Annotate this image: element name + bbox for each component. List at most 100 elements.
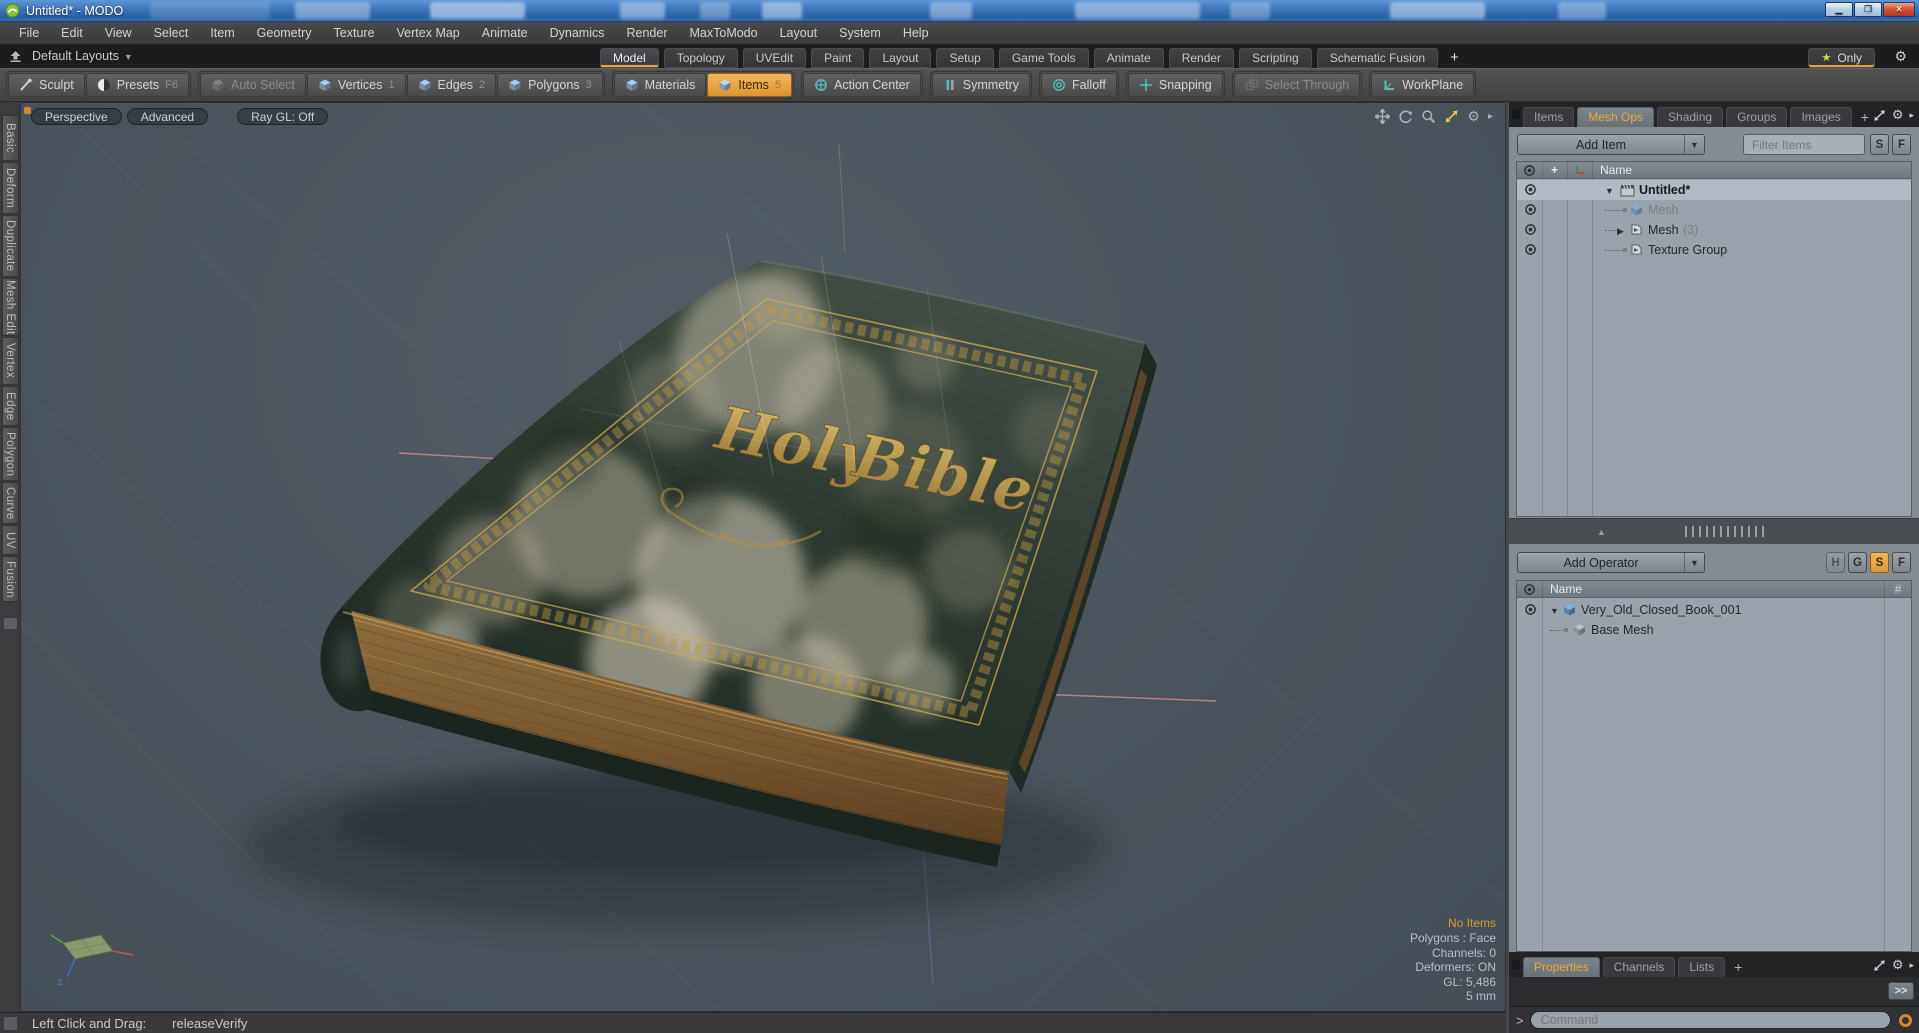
- pin-layout-icon[interactable]: [9, 50, 22, 63]
- visibility-column-icon[interactable]: [1517, 164, 1542, 177]
- groups-g-button[interactable]: G: [1848, 552, 1867, 573]
- left-tab-basic[interactable]: Basic: [1, 115, 19, 161]
- status-grip-handle[interactable]: [3, 1015, 18, 1031]
- select-through-button[interactable]: Select Through: [1233, 73, 1361, 97]
- menu-geometry[interactable]: Geometry: [246, 22, 323, 45]
- materials-mode-button[interactable]: Materials: [613, 73, 707, 97]
- tab-scripting[interactable]: Scripting: [1239, 48, 1312, 68]
- falloff-button[interactable]: Falloff: [1041, 73, 1117, 97]
- tab-setup[interactable]: Setup: [936, 48, 994, 68]
- menu-vertex-map[interactable]: Vertex Map: [386, 22, 471, 45]
- command-input[interactable]: [1529, 1011, 1891, 1029]
- panel-flip-icon[interactable]: [1512, 960, 1520, 969]
- close-button[interactable]: ✕: [1883, 2, 1915, 17]
- axis-column-icon[interactable]: [1567, 164, 1592, 176]
- name-column-header[interactable]: Name: [1592, 163, 1632, 177]
- edges-mode-button[interactable]: Edges 2: [406, 73, 497, 97]
- filter-f-button[interactable]: F: [1892, 134, 1911, 155]
- hash-column-header[interactable]: #: [1885, 582, 1911, 596]
- tree-row-label[interactable]: Mesh: [1648, 223, 1679, 237]
- snapping-button[interactable]: Snapping: [1127, 73, 1223, 97]
- panel-menu-arrow-icon[interactable]: ▸: [1909, 110, 1914, 121]
- left-tab-uv[interactable]: UV: [1, 525, 19, 555]
- menu-select[interactable]: Select: [143, 22, 200, 45]
- auto-select-button[interactable]: Auto Select: [199, 73, 306, 97]
- operator-row-label[interactable]: Base Mesh: [1591, 623, 1654, 637]
- tab-game-tools[interactable]: Game Tools: [998, 48, 1089, 68]
- tree-row-label[interactable]: Mesh: [1648, 203, 1679, 217]
- tab-properties[interactable]: Properties: [1523, 957, 1600, 977]
- zoom-icon[interactable]: [1421, 109, 1436, 124]
- polygons-mode-button[interactable]: Polygons 3: [497, 73, 603, 97]
- tab-paint[interactable]: Paint: [811, 48, 865, 68]
- tab-images[interactable]: Images: [1790, 107, 1852, 127]
- collapse-arrow-icon[interactable]: ▼: [1550, 606, 1559, 616]
- menu-help[interactable]: Help: [892, 22, 940, 45]
- gear-icon[interactable]: ⚙: [1894, 48, 1907, 65]
- tab-model[interactable]: Model: [600, 48, 659, 68]
- operator-row-base-mesh[interactable]: Base Mesh: [1517, 620, 1911, 640]
- operator-row-book[interactable]: ▼ Very_Old_Closed_Book_001: [1517, 600, 1911, 620]
- left-tab-edge[interactable]: Edge: [1, 386, 19, 426]
- items-mode-button[interactable]: Items 5: [707, 73, 793, 97]
- expand-arrow-icon[interactable]: ▶: [1617, 226, 1624, 237]
- symmetry-button[interactable]: Symmetry: [931, 73, 1031, 97]
- add-panel-tab-button[interactable]: +: [1728, 957, 1748, 977]
- menu-item[interactable]: Item: [199, 22, 245, 45]
- restore-button[interactable]: ❐: [1854, 2, 1882, 17]
- menu-animate[interactable]: Animate: [471, 22, 539, 45]
- panel-gear-icon[interactable]: ⚙: [1892, 107, 1904, 123]
- menu-system[interactable]: System: [828, 22, 892, 45]
- eye-icon[interactable]: [1524, 603, 1537, 616]
- viewport-corner-marker[interactable]: [24, 107, 31, 114]
- tab-shading[interactable]: Shading: [1657, 107, 1724, 127]
- pan-icon[interactable]: [1375, 109, 1391, 124]
- tab-render[interactable]: Render: [1168, 48, 1235, 68]
- tab-animate[interactable]: Animate: [1093, 48, 1164, 68]
- eye-icon[interactable]: [1524, 223, 1537, 236]
- scope-s-button[interactable]: S: [1870, 134, 1889, 155]
- viewport-3d[interactable]: Holy Bible Perspective Advanced Ray GL: …: [20, 102, 1506, 1012]
- menu-texture[interactable]: Texture: [323, 22, 386, 45]
- menu-render[interactable]: Render: [616, 22, 679, 45]
- left-tab-deform[interactable]: Deform: [1, 162, 19, 214]
- detach-panel-icon[interactable]: [1873, 109, 1886, 122]
- tree-row-mesh-group[interactable]: ▶ Mesh (3): [1517, 220, 1911, 240]
- filter-items-input[interactable]: [1743, 134, 1865, 155]
- left-tab-curve[interactable]: Curve: [1, 482, 19, 524]
- filter-f-button[interactable]: F: [1892, 552, 1911, 573]
- panel-menu-arrow-icon[interactable]: ▸: [1909, 960, 1914, 971]
- menu-view[interactable]: View: [94, 22, 143, 45]
- scope-s-button[interactable]: S: [1870, 552, 1889, 573]
- scroll-up-arrow-icon[interactable]: ▲: [1597, 527, 1606, 537]
- tree-row-scene[interactable]: ▼ Untitled*: [1517, 180, 1911, 200]
- left-tab-fusion[interactable]: Fusion: [1, 556, 19, 602]
- book-model[interactable]: Holy Bible: [246, 232, 1157, 927]
- detach-panel-icon[interactable]: [1873, 959, 1886, 972]
- left-tab-polygon[interactable]: Polygon: [1, 427, 19, 481]
- left-tab-vertex[interactable]: Vertex: [1, 337, 19, 385]
- tab-layout[interactable]: Layout: [869, 48, 932, 68]
- command-history-icon[interactable]: [1899, 1013, 1912, 1027]
- sculpt-button[interactable]: Sculpt: [8, 73, 85, 97]
- tab-topology[interactable]: Topology: [663, 48, 738, 68]
- maximize-viewport-icon[interactable]: [1444, 109, 1459, 124]
- expand-properties-button[interactable]: >>: [1888, 982, 1914, 1000]
- tab-mesh-ops[interactable]: Mesh Ops: [1577, 107, 1655, 127]
- minimize-button[interactable]: ▁: [1825, 2, 1853, 17]
- viewport-canvas[interactable]: Holy Bible: [21, 103, 1506, 1012]
- action-center-button[interactable]: Action Center: [803, 73, 921, 97]
- viewport-menu-arrow-icon[interactable]: ▸: [1488, 111, 1493, 122]
- collapse-arrow-icon[interactable]: ▼: [1605, 186, 1614, 196]
- operator-row-label[interactable]: Very_Old_Closed_Book_001: [1581, 603, 1742, 617]
- add-item-dropdown[interactable]: Add Item ▼: [1517, 134, 1705, 155]
- tab-channels[interactable]: Channels: [1602, 957, 1676, 977]
- title-bar[interactable]: Untitled* - MODO ▁ ❐ ✕: [0, 0, 1919, 22]
- left-tab-mesh-edit[interactable]: Mesh Edit: [1, 278, 19, 336]
- tab-groups[interactable]: Groups: [1726, 107, 1788, 127]
- shading-style-button[interactable]: Advanced: [126, 108, 209, 125]
- visibility-column-icon[interactable]: [1517, 583, 1542, 596]
- menu-layout[interactable]: Layout: [769, 22, 829, 45]
- menu-file[interactable]: File: [8, 22, 50, 45]
- presets-button[interactable]: Presets F6: [85, 73, 189, 97]
